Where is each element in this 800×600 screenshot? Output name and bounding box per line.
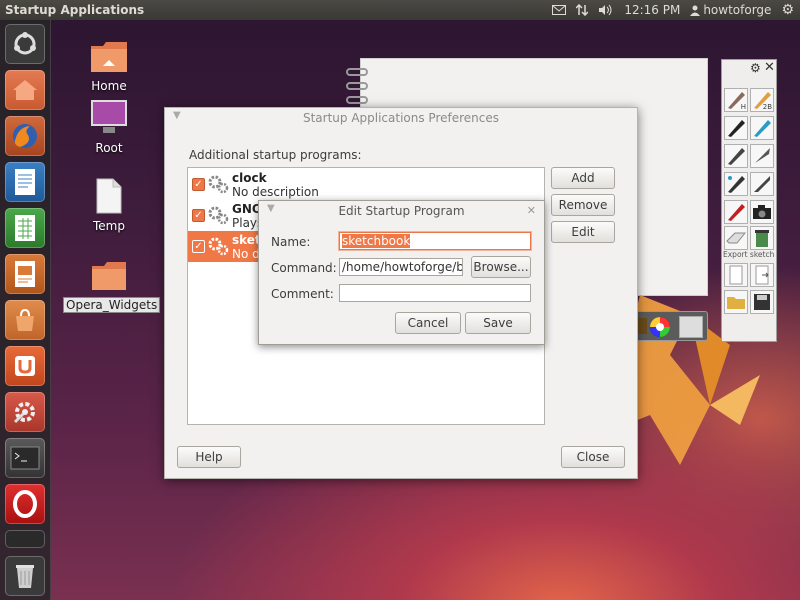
camera-icon[interactable] <box>750 200 774 224</box>
file-icon <box>96 178 122 214</box>
notebook-ring <box>346 82 368 90</box>
session-gear-icon[interactable]: ⚙ <box>781 2 794 18</box>
pen-nib-tool[interactable] <box>750 144 774 168</box>
mail-icon[interactable] <box>552 5 567 15</box>
browse-button[interactable]: Browse... <box>471 256 531 278</box>
program-description: No description <box>232 185 319 199</box>
pencil-2b-tool[interactable]: 2B <box>750 88 774 112</box>
edit-startup-program-dialog: ▼ Edit Startup Program ✕ Name: sketchboo… <box>258 200 545 345</box>
impress-icon[interactable] <box>5 254 45 294</box>
section-label: Additional startup programs: <box>189 148 362 162</box>
marker-black-tool[interactable] <box>724 116 748 140</box>
desktop-icon-label: Temp <box>93 219 125 233</box>
system-settings-icon[interactable] <box>5 392 45 432</box>
comment-label: Comment: <box>271 287 334 301</box>
comment-field[interactable] <box>339 284 531 302</box>
command-field-value: /home/howtoforge/bin <box>342 260 463 274</box>
tool-label: H <box>740 103 746 111</box>
terminal-icon[interactable] <box>5 438 45 478</box>
trash-tool[interactable] <box>750 226 774 250</box>
desktop-icon-label: Home <box>91 79 127 93</box>
cancel-button[interactable]: Cancel <box>395 312 461 334</box>
desktop-icon-home[interactable]: Home <box>74 40 144 93</box>
export-sketch-label: Export sketch <box>723 250 775 259</box>
close-button[interactable]: Close <box>561 446 625 468</box>
color-wheel-icon[interactable] <box>649 316 671 338</box>
current-color-swatch[interactable] <box>637 318 647 334</box>
home-folder-icon[interactable] <box>5 70 45 110</box>
edit-button[interactable]: Edit <box>551 221 615 243</box>
dialog-title: Startup Applications Preferences <box>302 111 500 125</box>
knife-tool[interactable] <box>750 172 774 196</box>
writer-icon[interactable] <box>5 162 45 202</box>
user-icon <box>690 5 701 16</box>
palette-settings-icon[interactable]: ⚙ <box>750 61 761 75</box>
gears-icon <box>208 175 229 194</box>
folder-icon <box>91 42 127 72</box>
opera-icon[interactable] <box>5 484 45 524</box>
user-name: howtoforge <box>703 3 772 17</box>
dialog-titlebar[interactable]: ▼ Startup Applications Preferences <box>165 108 637 128</box>
folder-icon <box>92 262 126 290</box>
new-page-icon[interactable] <box>724 263 748 287</box>
color-slot[interactable] <box>679 316 703 338</box>
desktop-icon-root[interactable]: Root <box>74 98 144 155</box>
red-pen-tool[interactable] <box>724 200 748 224</box>
active-app-title: Startup Applications <box>5 3 145 17</box>
close-icon[interactable]: ✕ <box>527 204 536 217</box>
list-item[interactable]: ✓ clock No description <box>188 169 544 200</box>
tool-label: 2B <box>762 103 772 111</box>
window-menu-icon[interactable]: ▼ <box>267 203 275 214</box>
brush-tool[interactable] <box>724 144 748 168</box>
calc-icon[interactable] <box>5 208 45 248</box>
desktop-icon-label: Root <box>95 141 123 155</box>
monitor-icon <box>91 100 127 133</box>
enabled-checkbox[interactable]: ✓ <box>192 209 205 222</box>
user-menu[interactable]: howtoforge <box>690 3 771 17</box>
notebook-ring <box>346 96 368 104</box>
pencil-h-tool[interactable]: H <box>724 88 748 112</box>
remove-button[interactable]: Remove <box>551 194 615 216</box>
desktop-icon-label: Opera_Widgets <box>63 297 161 313</box>
clock-time[interactable]: 12:16 PM <box>624 3 680 17</box>
help-button[interactable]: Help <box>177 446 241 468</box>
edit-dialog-titlebar[interactable]: ▼ Edit Startup Program ✕ <box>259 201 544 221</box>
add-button[interactable]: Add <box>551 167 615 189</box>
command-label: Command: <box>271 261 337 275</box>
notebook-ring <box>346 68 368 76</box>
ubuntu-one-icon[interactable] <box>5 346 45 386</box>
sketch-tool-palette: ⚙ ✕ H 2B Export sketch <box>721 59 777 342</box>
edit-dialog-title: Edit Startup Program <box>338 204 465 218</box>
top-panel: Startup Applications 12:16 PM howtoforge… <box>0 0 800 20</box>
name-label: Name: <box>271 235 311 249</box>
launcher <box>0 20 51 600</box>
desktop-icon-temp[interactable]: Temp <box>74 178 144 233</box>
ubuntu-logo-icon[interactable] <box>5 24 45 64</box>
enabled-checkbox[interactable]: ✓ <box>192 178 205 191</box>
workspaces-icon[interactable] <box>5 530 45 548</box>
open-folder-icon[interactable] <box>724 290 748 314</box>
command-field[interactable]: /home/howtoforge/bin <box>339 258 463 276</box>
name-field-value: sketchbook <box>342 234 411 248</box>
enabled-checkbox[interactable]: ✓ <box>192 240 205 253</box>
software-center-icon[interactable] <box>5 300 45 340</box>
firefox-icon[interactable] <box>5 116 45 156</box>
eraser-tool[interactable] <box>724 226 748 250</box>
program-name: clock <box>232 171 267 185</box>
desktop-icon-opera-widgets[interactable]: Opera_Widgets <box>63 260 161 313</box>
volume-icon[interactable] <box>598 4 614 16</box>
name-field[interactable]: sketchbook <box>339 232 531 250</box>
gears-icon <box>208 237 229 256</box>
airbrush-tool[interactable] <box>724 172 748 196</box>
trash-icon[interactable] <box>5 556 45 596</box>
gears-icon <box>208 206 229 225</box>
network-icon[interactable] <box>576 4 589 16</box>
marker-cyan-tool[interactable] <box>750 116 774 140</box>
save-button[interactable]: Save <box>465 312 531 334</box>
export-page-icon[interactable] <box>750 263 774 287</box>
save-disk-icon[interactable] <box>750 290 774 314</box>
sketch-color-bar[interactable] <box>634 311 708 341</box>
window-menu-icon[interactable]: ▼ <box>173 110 181 121</box>
palette-close-icon[interactable]: ✕ <box>764 60 775 75</box>
